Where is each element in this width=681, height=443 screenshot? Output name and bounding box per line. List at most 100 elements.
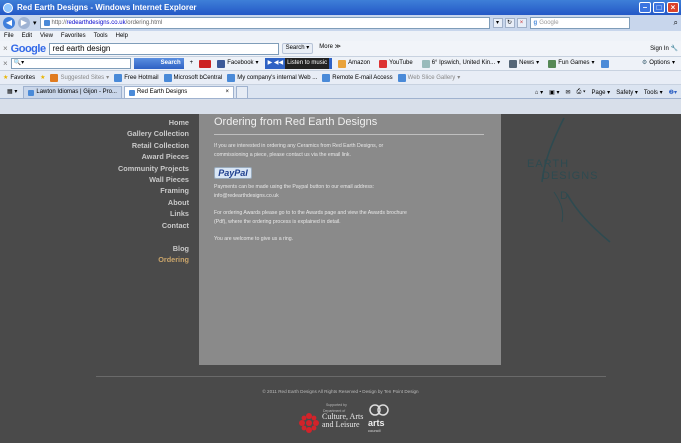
minimize-button[interactable]: – bbox=[639, 2, 651, 13]
url-prefix: http:// bbox=[51, 20, 67, 26]
supported-by-text: Supported by bbox=[326, 403, 347, 407]
command-bar: ⌂ ▾ ▣ ▾ ✉ ⎙ ▾ Page ▾ Safety ▾ Tools ▾ ❷▾ bbox=[535, 86, 681, 98]
nav-retail-collection[interactable]: Retail Collection bbox=[110, 140, 189, 151]
nav-home[interactable]: Home bbox=[110, 117, 189, 128]
refresh-icon[interactable]: ↻ bbox=[504, 18, 515, 28]
footer-copyright: © 2011 Red Earth Designs All Rights Rese… bbox=[262, 389, 419, 394]
logo-line-earth: EARTH bbox=[527, 158, 570, 170]
free-hotmail-link[interactable]: Free Hotmail bbox=[114, 73, 159, 82]
more-button[interactable]: More ≫ bbox=[316, 43, 344, 54]
extra-icon[interactable] bbox=[600, 59, 609, 68]
safety-menu[interactable]: Safety ▾ bbox=[616, 89, 638, 96]
options-button[interactable]: ⚙ Options ▾ bbox=[639, 58, 678, 69]
toolbar-search-button[interactable]: Search bbox=[133, 58, 184, 69]
plus-icon[interactable]: + bbox=[187, 58, 197, 69]
print-icon[interactable]: ⎙ ▾ bbox=[577, 89, 586, 96]
menu-tools[interactable]: Tools bbox=[94, 33, 108, 39]
google-small-icon: g bbox=[533, 20, 538, 26]
signin-link[interactable]: Sign In 🔧 bbox=[650, 45, 678, 52]
nav-gallery-collection[interactable]: Gallery Collection bbox=[110, 128, 189, 139]
google-search-input[interactable]: red earth design bbox=[48, 42, 279, 55]
footer-divider bbox=[96, 376, 606, 377]
tab-lawton-idiomas[interactable]: Lawton Idiomas | Gijon - Pro... bbox=[23, 86, 122, 98]
url-host: redearthdesigns.co.uk bbox=[66, 20, 126, 26]
facebook-button[interactable]: Facebook ▾ bbox=[214, 58, 261, 69]
weather-button[interactable]: 6° Ipswich, United Kin... ▾ bbox=[419, 58, 503, 69]
star-icon: ★ bbox=[3, 75, 9, 81]
web-slice-gallery-link[interactable]: Web Slice Gallery ▾ bbox=[397, 73, 460, 82]
logo-line-designs: DESIGNS bbox=[542, 170, 599, 182]
menu-favorites[interactable]: Favorites bbox=[61, 33, 86, 39]
music-player[interactable]: ▶ ◀◀ Listen to music bbox=[264, 58, 333, 69]
home-icon[interactable]: ⌂ ▾ bbox=[535, 89, 543, 96]
news-button[interactable]: News ▾ bbox=[506, 58, 542, 69]
menu-bar: File Edit View Favorites Tools Help bbox=[0, 31, 681, 41]
search-go-icon[interactable]: ⌕ bbox=[674, 18, 678, 28]
nav-award-pieces[interactable]: Award Pieces bbox=[110, 151, 189, 162]
suggested-sites-link[interactable]: Suggested Sites ▾ bbox=[50, 73, 109, 82]
mail-icon[interactable]: ✉ bbox=[565, 89, 570, 96]
new-tab-button[interactable] bbox=[235, 86, 248, 98]
feeds-icon[interactable]: ▣ ▾ bbox=[549, 89, 559, 96]
favorites-bar: ★ Favorites ★ Suggested Sites ▾ Free Hotm… bbox=[0, 71, 681, 85]
fun-games-button[interactable]: Fun Games ▾ bbox=[545, 58, 597, 69]
nav-wall-pieces[interactable]: Wall Pieces bbox=[110, 174, 189, 185]
search-box[interactable]: g Google bbox=[529, 17, 630, 29]
menu-view[interactable]: View bbox=[40, 33, 53, 39]
menu-file[interactable]: File bbox=[4, 33, 14, 39]
page-heading: Ordering from Red Earth Designs bbox=[214, 116, 378, 128]
red-earth-designs-logo: EARTH DESIGNS D bbox=[522, 112, 622, 247]
bcentral-link[interactable]: Microsoft bCentral bbox=[163, 73, 222, 82]
url-path: /ordering.html bbox=[125, 20, 163, 26]
wrench-icon: 🔧 bbox=[670, 46, 678, 52]
close-tab-icon: × bbox=[225, 89, 229, 95]
nav-links[interactable]: Links bbox=[110, 208, 189, 219]
close-toolbar-icon[interactable]: × bbox=[3, 44, 8, 53]
menu-edit[interactable]: Edit bbox=[22, 33, 32, 39]
help-icon[interactable]: ❷▾ bbox=[669, 89, 677, 96]
forward-button[interactable]: ▶ bbox=[18, 17, 30, 29]
add-favorite-icon[interactable]: ★ bbox=[40, 74, 45, 81]
gear-icon: ⚙ bbox=[641, 60, 648, 66]
stop-icon[interactable]: × bbox=[516, 18, 527, 28]
amazon-button[interactable]: Amazon bbox=[335, 58, 373, 69]
email-link[interactable]: info@redearthdesigns.co.uk bbox=[214, 192, 374, 201]
close-toolbar2-icon[interactable]: × bbox=[3, 59, 8, 68]
google-search-button[interactable]: Search ▾ bbox=[281, 43, 314, 54]
page-menu[interactable]: Page ▾ bbox=[592, 89, 611, 96]
ie-icon bbox=[3, 2, 13, 13]
google-logo: Google bbox=[10, 42, 46, 55]
paragraph-ring: You are welcome to give us a ring. bbox=[214, 236, 294, 242]
favorites-button[interactable]: ★ Favorites bbox=[3, 74, 35, 82]
google-toolbar: × Google red earth design Search ▾ More … bbox=[0, 41, 681, 57]
address-input[interactable]: http://redearthdesigns.co.uk/ordering.ht… bbox=[39, 17, 490, 29]
nav-about[interactable]: About bbox=[110, 197, 189, 208]
maximize-button[interactable]: □ bbox=[653, 2, 665, 13]
tools-menu[interactable]: Tools ▾ bbox=[644, 89, 663, 96]
tab-red-earth-designs[interactable]: Red Earth Designs × bbox=[123, 86, 234, 98]
toolbar-search-input[interactable]: 🔍▾ bbox=[10, 58, 131, 69]
arts-council-logo: arts council bbox=[368, 403, 390, 443]
web-page: Home Gallery Collection Retail Collectio… bbox=[0, 114, 681, 443]
close-button[interactable]: × bbox=[667, 2, 679, 13]
address-bar-row: ◀ ▶ ▾ http://redearthdesigns.co.uk/order… bbox=[0, 15, 681, 31]
logo-line-d: D bbox=[560, 190, 568, 202]
dropdown-icon[interactable]: ▾ bbox=[33, 19, 37, 27]
title-bar: Red Earth Designs - Windows Internet Exp… bbox=[0, 0, 681, 15]
nav-ordering[interactable]: Ordering bbox=[110, 254, 189, 265]
remote-email-link[interactable]: Remote E-mail Access bbox=[322, 73, 393, 82]
arts-council-rings-icon bbox=[369, 404, 389, 416]
nav-framing[interactable]: Framing bbox=[110, 185, 189, 196]
nav-contact[interactable]: Contact bbox=[110, 220, 189, 231]
secondary-toolbar: × 🔍▾ Search + Facebook ▾ ▶ ◀◀ Listen to … bbox=[0, 57, 681, 71]
menu-help[interactable]: Help bbox=[116, 33, 128, 39]
youtube-button[interactable]: YouTube bbox=[376, 58, 416, 69]
quick-tabs-icon[interactable]: ▦ ▾ bbox=[3, 86, 21, 98]
compat-view-icon[interactable]: ▾ bbox=[492, 18, 503, 28]
paypal-button[interactable]: PayPal bbox=[214, 167, 252, 179]
sponsor-logos: Supported by Department of Culture, Arts… bbox=[298, 403, 393, 443]
nav-community-projects[interactable]: Community Projects bbox=[110, 163, 189, 174]
nav-blog[interactable]: Blog bbox=[110, 243, 189, 254]
back-button[interactable]: ◀ bbox=[3, 17, 15, 29]
company-web-link[interactable]: My company's internal Web ... bbox=[227, 73, 317, 82]
